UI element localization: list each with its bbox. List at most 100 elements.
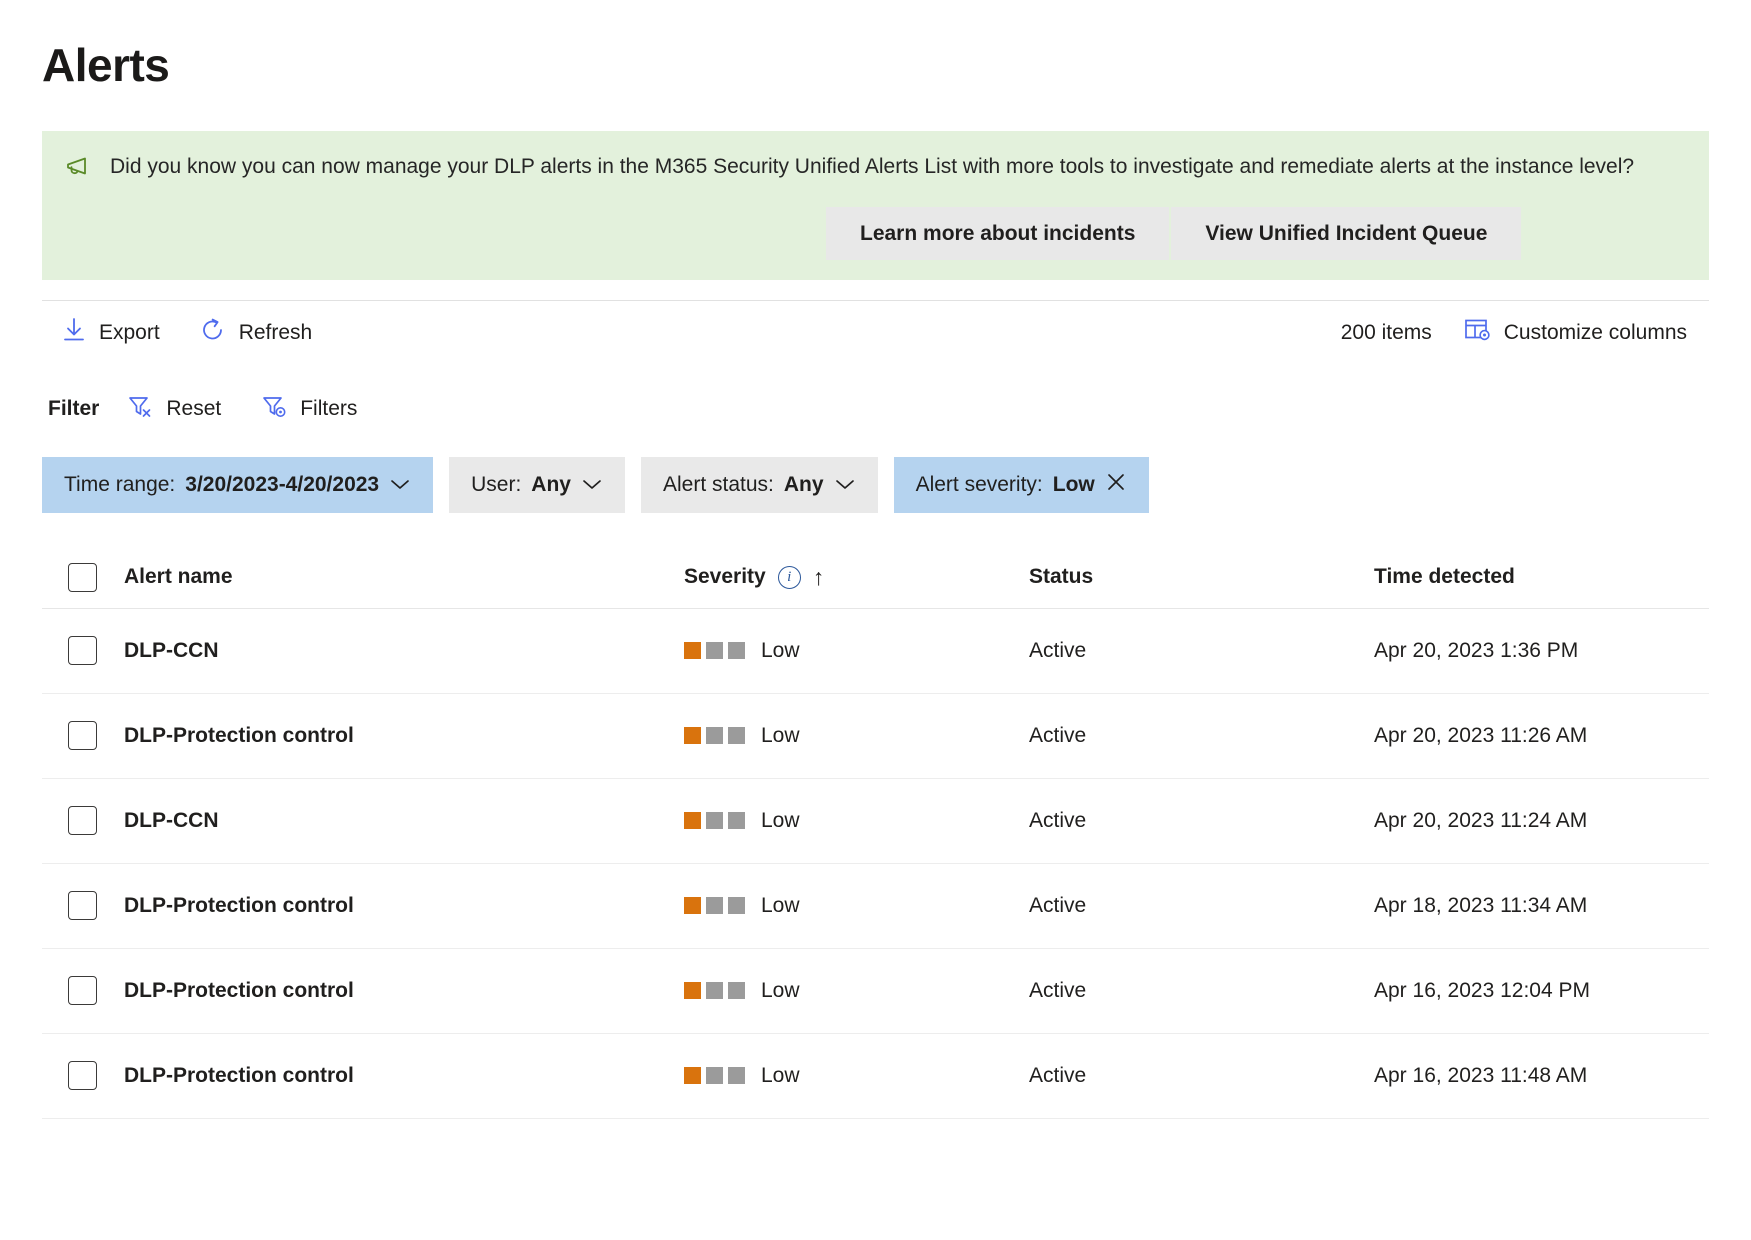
cell-status: Active (1029, 1063, 1087, 1087)
filter-label: Filter (48, 396, 100, 420)
filter-pill-alert-severity[interactable]: Alert severity: Low (893, 456, 1149, 513)
chevron-down-icon[interactable] (389, 473, 411, 497)
row-select-cell (42, 806, 124, 836)
row-select-cell (42, 636, 124, 666)
row-checkbox[interactable] (68, 1061, 97, 1091)
table-row[interactable]: DLP-Protection control Low Active Apr 20… (42, 694, 1709, 779)
severity-blocks-icon (684, 982, 745, 1000)
funnel-x-icon (127, 393, 153, 425)
column-header-severity[interactable]: Severity i ↑ (684, 565, 1029, 589)
alerts-page: Alerts Did you know you can now manage y… (0, 40, 1751, 1240)
cell-alert-name: DLP-Protection control (124, 978, 354, 1002)
learn-more-about-incidents-button[interactable]: Learn more about incidents (826, 206, 1170, 260)
filter-pill-alert-status-label: Alert status: (662, 472, 774, 496)
cell-severity-label: Low (761, 893, 800, 917)
funnel-gear-icon (261, 393, 287, 425)
cell-alert-name: DLP-CCN (124, 808, 219, 832)
cell-time-detected: Apr 20, 2023 11:26 AM (1374, 723, 1588, 747)
cell-status: Active (1029, 978, 1087, 1002)
table-gear-icon (1464, 317, 1491, 348)
column-header-alert-name[interactable]: Alert name (124, 565, 684, 589)
row-checkbox[interactable] (68, 636, 97, 666)
row-select-cell (42, 721, 124, 751)
info-icon[interactable]: i (777, 565, 801, 589)
cell-severity-label: Low (761, 978, 800, 1002)
refresh-circle-icon (200, 317, 226, 349)
filters-button[interactable]: Filters (255, 387, 371, 431)
cell-severity: Low (684, 1064, 1029, 1088)
filter-pill-user-label: User: (471, 472, 522, 496)
filters-label: Filters (300, 396, 358, 420)
cell-severity: Low (684, 979, 1029, 1003)
cell-severity: Low (684, 809, 1029, 833)
close-x-icon[interactable] (1105, 471, 1127, 499)
customize-columns-button[interactable]: Customize columns (1458, 311, 1701, 354)
banner-message: Did you know you can now manage your DLP… (110, 154, 1635, 178)
table-header-row: Alert name Severity i ↑ Status Time dete… (42, 547, 1709, 609)
page-title: Alerts (42, 39, 170, 91)
refresh-label: Refresh (238, 320, 313, 344)
items-count: 200 items (1340, 320, 1432, 344)
severity-blocks-icon (684, 1067, 745, 1085)
column-header-alert-name-label: Alert name (124, 565, 233, 589)
cell-status: Active (1029, 808, 1087, 832)
filter-pill-time-range[interactable]: Time range: 3/20/2023-4/20/2023 (42, 456, 434, 513)
refresh-button[interactable]: Refresh (194, 311, 327, 355)
table-row[interactable]: DLP-CCN Low Active Apr 20, 2023 11:24 AM (42, 779, 1709, 864)
row-checkbox[interactable] (68, 806, 97, 836)
export-button[interactable]: Export (56, 311, 174, 355)
filter-pill-alert-severity-value: Low (1052, 472, 1095, 496)
cell-alert-name: DLP-Protection control (124, 893, 354, 917)
megaphone-icon (66, 156, 96, 185)
column-header-severity-label: Severity (684, 565, 766, 589)
cell-status: Active (1029, 638, 1087, 662)
cell-severity-label: Low (761, 1063, 800, 1087)
column-header-time-detected[interactable]: Time detected (1374, 565, 1709, 589)
cell-severity-label: Low (761, 723, 800, 747)
cell-time-detected: Apr 16, 2023 12:04 PM (1374, 978, 1590, 1002)
cell-status: Active (1029, 893, 1087, 917)
row-checkbox[interactable] (68, 891, 97, 921)
chevron-down-icon[interactable] (834, 473, 856, 497)
chevron-down-icon[interactable] (581, 473, 603, 497)
row-checkbox[interactable] (68, 721, 97, 751)
filter-pill-user-value: Any (531, 472, 571, 496)
severity-blocks-icon (684, 812, 745, 830)
alerts-table: Alert name Severity i ↑ Status Time dete… (42, 547, 1709, 1119)
filter-pill-user[interactable]: User: Any (449, 456, 625, 513)
column-header-status-label: Status (1029, 565, 1094, 589)
cell-alert-name: DLP-Protection control (124, 723, 354, 747)
column-header-status[interactable]: Status (1029, 565, 1374, 589)
filter-bar: Filter Reset Filters (42, 387, 1709, 431)
reset-label: Reset (166, 396, 222, 420)
cell-severity: Low (684, 724, 1029, 748)
filter-pill-time-range-label: Time range: (64, 472, 176, 496)
select-all-checkbox[interactable] (68, 562, 97, 592)
filter-pill-alert-status-value: Any (783, 472, 824, 496)
cell-severity-label: Low (761, 808, 800, 832)
reset-filters-button[interactable]: Reset (121, 387, 235, 431)
cell-time-detected: Apr 18, 2023 11:34 AM (1374, 893, 1588, 917)
sort-ascending-arrow-icon[interactable]: ↑ (813, 565, 825, 589)
filter-pills: Time range: 3/20/2023-4/20/2023 User: An… (42, 456, 1709, 513)
column-header-time-detected-label: Time detected (1374, 565, 1515, 589)
cell-time-detected: Apr 16, 2023 11:48 AM (1374, 1063, 1588, 1087)
filter-pill-time-range-value: 3/20/2023-4/20/2023 (185, 472, 380, 496)
severity-blocks-icon (684, 642, 745, 660)
table-row[interactable]: DLP-Protection control Low Active Apr 16… (42, 1034, 1709, 1119)
download-arrow-icon (62, 317, 86, 349)
select-all-cell (42, 562, 124, 592)
table-row[interactable]: DLP-CCN Low Active Apr 20, 2023 1:36 PM (42, 609, 1709, 694)
cell-alert-name: DLP-Protection control (124, 1063, 354, 1087)
row-select-cell (42, 976, 124, 1006)
view-unified-incident-queue-button[interactable]: View Unified Incident Queue (1171, 206, 1522, 260)
table-row[interactable]: DLP-Protection control Low Active Apr 18… (42, 864, 1709, 949)
filter-pill-alert-status[interactable]: Alert status: Any (640, 456, 878, 513)
cell-severity-label: Low (761, 638, 800, 662)
export-label: Export (99, 320, 160, 344)
cell-alert-name: DLP-CCN (124, 638, 219, 662)
filter-pill-alert-severity-label: Alert severity: (915, 472, 1043, 496)
row-checkbox[interactable] (68, 976, 97, 1006)
cell-severity: Low (684, 894, 1029, 918)
table-row[interactable]: DLP-Protection control Low Active Apr 16… (42, 949, 1709, 1034)
